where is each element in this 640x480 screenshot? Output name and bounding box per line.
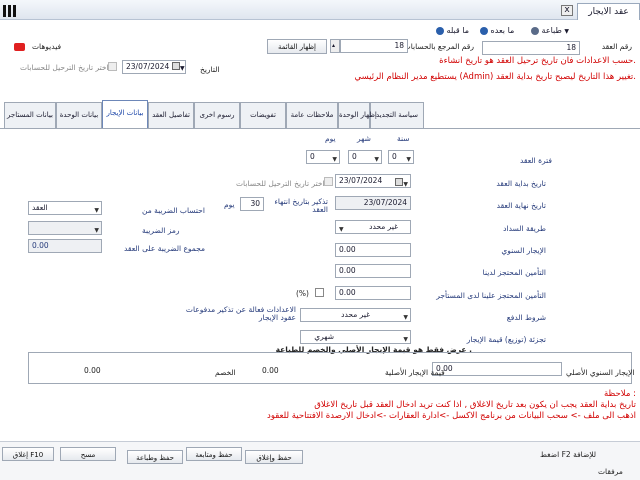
- warning-line-1: حسب الاعدادات فان تاريخ ترحيل العقد هو ت…: [439, 56, 636, 66]
- tax-calc-select[interactable]: العقد ▼: [28, 201, 102, 215]
- choose-posting-date-label: اختر تاريخ الترحيل للحسابات: [20, 63, 109, 72]
- contract-number-field[interactable]: 18: [482, 41, 580, 55]
- save-close-button[interactable]: حفظ وإغلاق: [245, 450, 303, 464]
- tax-total-label: مجموع الضريبة على العقد: [124, 244, 206, 253]
- col-day-label: يوم: [325, 134, 336, 143]
- attachments-button[interactable]: مرفقات: [598, 467, 623, 476]
- deposit-percent-checkbox[interactable]: [315, 288, 324, 297]
- contract-number-label: رقم العقد: [601, 42, 632, 51]
- annual-rent-label: الإيجار السنوي: [501, 246, 546, 255]
- tab-renewal-policy[interactable]: سياسة التجديد: [370, 102, 424, 128]
- original-annual-rent-field: 0.00: [432, 362, 562, 376]
- tab-tenant-data[interactable]: بيانات المستاجر: [4, 102, 56, 128]
- add-hint-label: اضغط F2 للإضافة: [540, 450, 597, 459]
- end-date-label: تاريخ نهاية العقد: [496, 201, 546, 210]
- date-dropdown-icon[interactable]: ▼: [172, 62, 185, 72]
- date-label: التاريخ: [200, 65, 220, 74]
- choose-posting-date-checkbox[interactable]: [108, 62, 117, 71]
- start-date-field[interactable]: 23/07/2024 ▼: [335, 174, 411, 188]
- youtube-icon[interactable]: [14, 43, 25, 51]
- tax-total-field: 0.00: [28, 239, 102, 253]
- payment-reminder-settings-link[interactable]: الاعدادات فعالة عن تذكير مدفوعات عقود ال…: [184, 306, 296, 322]
- arrow-right-icon: [480, 26, 488, 35]
- original-rent-value: 0.00: [262, 366, 279, 375]
- period-months-field[interactable]: 0 ▼: [348, 150, 382, 164]
- rent-split-select[interactable]: شهري ▼: [300, 330, 411, 344]
- deposit-held-field[interactable]: 0.00: [335, 264, 411, 278]
- payment-terms-label: شروط الدفع: [506, 313, 546, 322]
- tab-general-notes[interactable]: ملاحظات عامة: [286, 102, 338, 128]
- payment-method-select[interactable]: غير محدد ▼: [335, 220, 411, 234]
- tab-rent-data[interactable]: بيانات الإيجار: [102, 100, 148, 129]
- notes-line-2: اذهب الى ملف -> سحب البيانات من برنامج ا…: [267, 411, 636, 421]
- discount-label: الخصم: [215, 368, 236, 377]
- warning-line-2: يستطيع مدير النظام الرئيسي (Admin) تغيير…: [354, 72, 636, 82]
- discount-value: 0.00: [84, 366, 101, 375]
- app-logo: [0, 2, 18, 20]
- show-list-button[interactable]: إظهار القائمة: [267, 39, 327, 54]
- payment-method-label: طريقة السداد: [503, 224, 546, 233]
- tab-authorizations[interactable]: تفويضات: [240, 102, 286, 128]
- save-print-button[interactable]: حفظ وطباعة: [127, 450, 183, 464]
- clear-button[interactable]: مسح: [60, 447, 116, 461]
- notes-line-1: تاريخ بداية العقد يجب ان يكون بعد تاريخ …: [314, 400, 636, 410]
- contract-posting-date-checkbox[interactable]: [324, 177, 333, 186]
- tab-strip: سياسة التجديد إظهار الوحدة ملاحظات عامة …: [0, 100, 640, 129]
- next-record-button[interactable]: ما بعده: [480, 25, 514, 37]
- rent-split-label: تجزئة (توزيع) قيمة الإيجار: [466, 335, 546, 344]
- tab-unit-data[interactable]: بيانات الوحدة: [56, 102, 102, 128]
- arrow-left-icon: [436, 26, 444, 35]
- tab-show-unit[interactable]: إظهار الوحدة: [338, 102, 377, 128]
- deposit-tenant-field[interactable]: 0.00: [335, 286, 411, 300]
- videos-label[interactable]: فيديوهات: [32, 42, 61, 51]
- period-label: فترة العقد: [519, 156, 552, 165]
- reminder-unit-label: يوم: [224, 200, 235, 209]
- rent-data-panel: [0, 128, 640, 441]
- close-f10-button[interactable]: إغلاق F10: [2, 447, 54, 461]
- reminder-label: تذكير بتاريخ انتهاء العقد: [274, 197, 328, 214]
- tax-calc-label: احتساب الضريبة من: [142, 206, 205, 215]
- period-days-field[interactable]: 0 ▼: [306, 150, 340, 164]
- annual-rent-field[interactable]: 0.00: [335, 243, 411, 257]
- tab-contract-details[interactable]: تفاصيل العقد: [148, 102, 194, 128]
- deposit-tenant-label: التأمين المحتجز علينا لدى المستأجر: [436, 291, 546, 300]
- save-continue-button[interactable]: حفظ ومتابعة: [186, 447, 242, 461]
- title-bar: [0, 0, 640, 20]
- original-rent-value-label: قيمة الإيجار الأصلية: [385, 368, 445, 377]
- previous-record-button[interactable]: ما قبله: [436, 25, 469, 37]
- tax-code-label: رمز الضريبة: [142, 226, 180, 235]
- tab-other-fees[interactable]: رسوم اخرى: [194, 102, 240, 128]
- start-date-label: تاريخ بداية العقد: [496, 179, 546, 188]
- contract-posting-date-label: اختر تاريخ الترحيل للحسابات: [236, 179, 325, 188]
- original-annual-rent-label: الإيجار السنوي الأصلي: [566, 368, 635, 377]
- end-date-field[interactable]: 23/07/2024: [335, 196, 411, 210]
- tax-code-select[interactable]: ▼: [28, 221, 102, 235]
- window-tab[interactable]: عقد الايجار: [577, 3, 640, 20]
- reminder-days-field[interactable]: 30: [240, 197, 264, 211]
- deposit-held-label: التأمين المحتجز لدينا: [482, 268, 546, 277]
- col-year-label: سنة: [397, 134, 410, 143]
- payment-terms-select[interactable]: غير محدد ▼: [300, 308, 411, 322]
- ref-number-field[interactable]: 18: [340, 39, 408, 53]
- print-icon: [531, 26, 539, 35]
- ref-number-spinner[interactable]: ▴: [330, 39, 340, 53]
- print-button[interactable]: طباعة ▼: [531, 25, 569, 38]
- period-years-field[interactable]: 0 ▼: [388, 150, 414, 164]
- close-window-button[interactable]: x: [561, 5, 573, 16]
- col-month-label: شهر: [357, 134, 371, 143]
- deposit-percent-label: (%): [296, 289, 309, 298]
- notes-title: ملاحظة :: [604, 389, 636, 399]
